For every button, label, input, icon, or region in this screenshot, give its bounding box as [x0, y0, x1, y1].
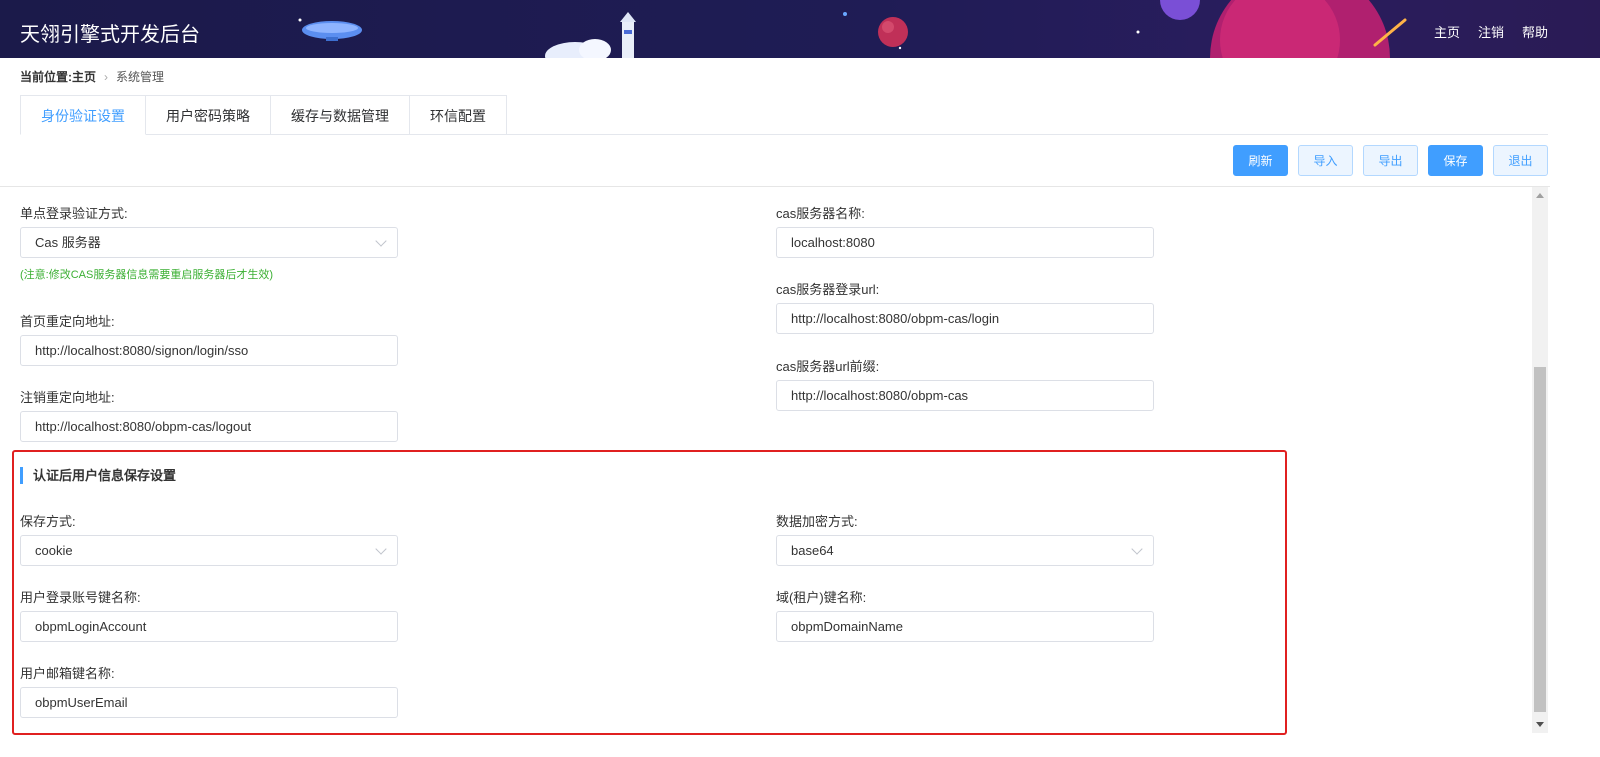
cas-server-name-input[interactable]: localhost:8080 — [776, 227, 1154, 258]
logout-redirect-label: 注销重定向地址: — [20, 390, 115, 405]
breadcrumb-current: 系统管理 — [116, 70, 165, 84]
refresh-button[interactable]: 刷新 — [1233, 145, 1288, 176]
home-redirect-input[interactable]: http://localhost:8080/signon/login/sso — [20, 335, 398, 366]
cas-server-name-label: cas服务器名称: — [776, 206, 865, 221]
breadcrumb-prefix: 当前位置: — [20, 70, 72, 84]
email-key-label: 用户邮箱键名称: — [20, 666, 115, 681]
scroll-up-arrow-icon[interactable] — [1536, 193, 1544, 198]
tab-password-policy[interactable]: 用户密码策略 — [146, 95, 271, 135]
logout-redirect-input[interactable]: http://localhost:8080/obpm-cas/logout — [20, 411, 398, 442]
settings-tabs: 身份验证设置 用户密码策略 缓存与数据管理 环信配置 — [20, 95, 507, 135]
cas-url-prefix-input[interactable]: http://localhost:8080/obpm-cas — [776, 380, 1154, 411]
save-method-select[interactable]: cookie — [20, 535, 398, 566]
toolbar: 刷新 导入 导出 保存 退出 — [1233, 145, 1548, 176]
vertical-scrollbar[interactable] — [1532, 187, 1548, 733]
top-header: 天翎引擎式开发后台 主页 注销 帮助 — [0, 0, 1600, 58]
header-illustration — [298, 0, 1407, 58]
chevron-down-icon — [1131, 543, 1143, 555]
app-title: 天翎引擎式开发后台 — [20, 24, 200, 46]
header-nav: 主页 注销 帮助 — [1434, 22, 1548, 41]
encrypt-method-value: base64 — [791, 543, 834, 558]
tab-cache-data[interactable]: 缓存与数据管理 — [271, 95, 410, 135]
cas-login-url-input[interactable]: http://localhost:8080/obpm-cas/login — [776, 303, 1154, 334]
chevron-right-icon: › — [104, 69, 109, 84]
nav-help-link[interactable]: 帮助 — [1522, 22, 1548, 41]
breadcrumb: 当前位置: 主页 › 系统管理 — [20, 68, 164, 85]
login-account-key-input[interactable]: obpmLoginAccount — [20, 611, 398, 642]
scrollbar-thumb[interactable] — [1534, 367, 1546, 712]
sso-method-select[interactable]: Cas 服务器 — [20, 227, 398, 258]
nav-home-link[interactable]: 主页 — [1434, 22, 1460, 41]
chevron-down-icon — [375, 543, 387, 555]
scroll-down-arrow-icon[interactable] — [1536, 722, 1544, 727]
login-account-key-label: 用户登录账号键名称: — [20, 590, 141, 605]
save-button[interactable]: 保存 — [1428, 145, 1483, 176]
tab-auth-settings[interactable]: 身份验证设置 — [20, 95, 146, 135]
export-button[interactable]: 导出 — [1363, 145, 1418, 176]
cas-restart-note: (注意:修改CAS服务器信息需要重启服务器后才生效) — [20, 269, 273, 281]
nav-logout-link[interactable]: 注销 — [1478, 22, 1504, 41]
domain-key-label: 域(租户)键名称: — [776, 590, 867, 605]
sso-method-value: Cas 服务器 — [35, 235, 101, 250]
toolbar-divider — [0, 186, 1550, 187]
email-key-input[interactable]: obpmUserEmail — [20, 687, 398, 718]
home-redirect-label: 首页重定向地址: — [20, 314, 115, 329]
tab-easemob-config[interactable]: 环信配置 — [410, 95, 507, 135]
save-method-value: cookie — [35, 543, 73, 558]
chevron-down-icon — [375, 235, 387, 247]
import-button[interactable]: 导入 — [1298, 145, 1353, 176]
cas-login-url-label: cas服务器登录url: — [776, 282, 880, 297]
section-title: 认证后用户信息保存设置 — [20, 467, 176, 484]
encrypt-method-label: 数据加密方式: — [776, 514, 858, 529]
sso-method-label: 单点登录验证方式: — [20, 206, 128, 221]
cas-url-prefix-label: cas服务器url前缀: — [776, 359, 880, 374]
domain-key-input[interactable]: obpmDomainName — [776, 611, 1154, 642]
save-method-label: 保存方式: — [20, 514, 76, 529]
exit-button[interactable]: 退出 — [1493, 145, 1548, 176]
breadcrumb-home-link[interactable]: 主页 — [72, 68, 96, 85]
encrypt-method-select[interactable]: base64 — [776, 535, 1154, 566]
